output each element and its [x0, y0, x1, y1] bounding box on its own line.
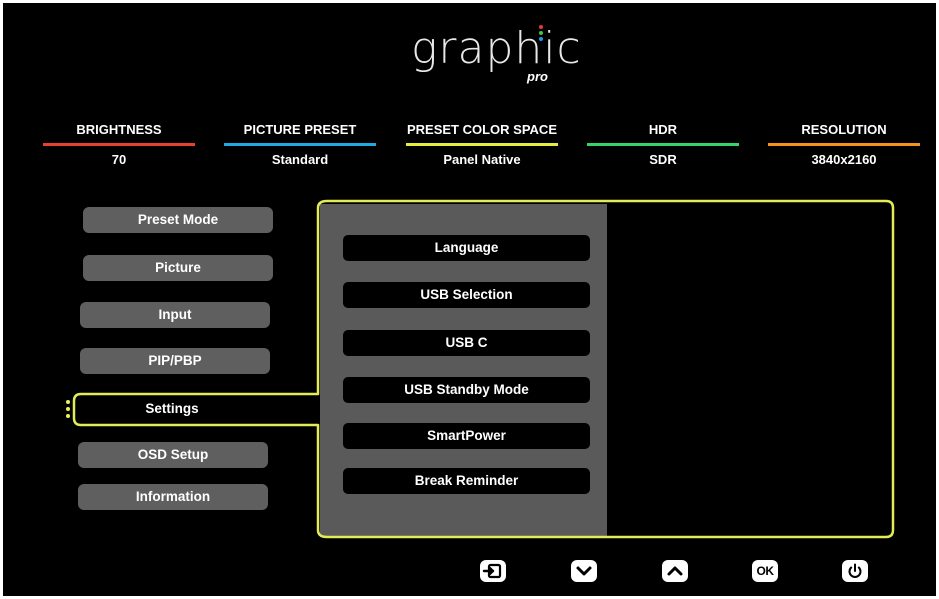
submenu-item-usb-standby-mode[interactable]: USB Standby Mode: [343, 377, 590, 403]
status-underline: [43, 143, 195, 146]
status-label: RESOLUTION: [801, 122, 887, 137]
menu-item-settings[interactable]: Settings: [77, 396, 267, 423]
power-button[interactable]: [842, 560, 868, 582]
osd-screen: graphic pro BRIGHTNESS 70 PICTURE PRESET…: [3, 3, 936, 596]
logo-dot-green: [539, 31, 543, 35]
down-button[interactable]: [571, 560, 597, 582]
submenu-item-usb-c[interactable]: USB C: [343, 330, 590, 356]
logo-dot-blue: [539, 37, 543, 41]
selection-indicator: [66, 400, 72, 424]
status-label: PICTURE PRESET: [243, 122, 357, 137]
status-value: 3840x2160: [811, 152, 877, 167]
status-preset-color-space: PRESET COLOR SPACE Panel Native: [406, 121, 558, 168]
menu-item-preset-mode[interactable]: Preset Mode: [83, 207, 273, 233]
status-picture-preset: PICTURE PRESET Standard: [224, 121, 376, 168]
menu-item-information[interactable]: Information: [78, 484, 268, 510]
exit-icon: [482, 563, 502, 579]
chevron-up-icon: [667, 566, 683, 576]
logo-wordmark: graphic: [411, 23, 582, 74]
ok-icon: OK: [756, 564, 775, 578]
chevron-down-icon: [576, 566, 592, 576]
status-value: Standard: [271, 152, 329, 167]
logo-subtitle: pro: [527, 69, 548, 84]
status-resolution: RESOLUTION 3840x2160: [768, 121, 920, 168]
submenu-item-language[interactable]: Language: [343, 235, 590, 261]
status-underline: [406, 143, 558, 146]
submenu-item-smartpower[interactable]: SmartPower: [343, 423, 590, 449]
status-label: HDR: [648, 122, 678, 137]
menu-item-osd-setup[interactable]: OSD Setup: [78, 442, 268, 468]
status-value: SDR: [649, 152, 677, 167]
status-value: Panel Native: [443, 152, 521, 167]
power-icon: [848, 563, 862, 578]
submenu-item-break-reminder[interactable]: Break Reminder: [343, 468, 590, 494]
exit-button[interactable]: [480, 560, 506, 582]
logo-dot-red: [539, 25, 543, 29]
status-label: BRIGHTNESS: [76, 122, 162, 137]
status-label: PRESET COLOR SPACE: [406, 122, 557, 137]
menu-item-pip-pbp[interactable]: PIP/PBP: [80, 348, 270, 374]
submenu-item-usb-selection[interactable]: USB Selection: [343, 282, 590, 308]
menu-item-input[interactable]: Input: [80, 302, 270, 328]
status-hdr: HDR SDR: [587, 121, 739, 168]
brand-logo: graphic pro: [411, 25, 581, 91]
status-brightness: BRIGHTNESS 70: [43, 121, 195, 168]
status-underline: [587, 143, 739, 146]
status-underline: [768, 143, 920, 146]
menu-item-picture[interactable]: Picture: [83, 255, 273, 281]
ok-button[interactable]: OK: [752, 560, 778, 582]
status-value: 70: [111, 152, 127, 167]
up-button[interactable]: [662, 560, 688, 582]
status-underline: [224, 143, 376, 146]
